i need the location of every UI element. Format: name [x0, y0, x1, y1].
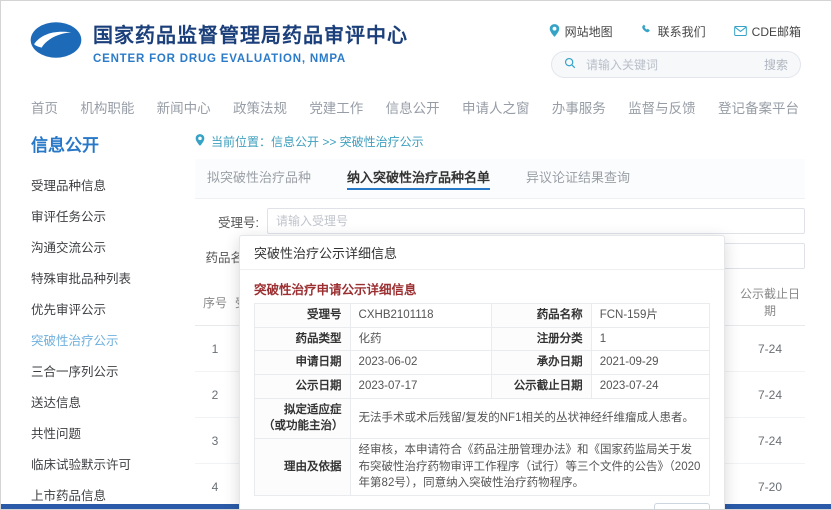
publicity-date-field-label: 公示日期 [255, 375, 351, 399]
breakthrough-detail-modal: 突破性治疗公示详细信息 突破性治疗申请公示详细信息 受理号 CXHB210111… [239, 235, 725, 510]
nav-item-supervision-feedback[interactable]: 监督与反馈 [628, 97, 696, 117]
breadcrumb: 当前位置：信息公开 >> 突破性治疗公示 [195, 133, 805, 150]
accept-no-value: CXHB2101118 [350, 304, 491, 328]
sidebar-item-clinical-trial-implied-license[interactable]: 临床试验默示许可 [31, 448, 181, 479]
org-subtitle: CENTER FOR DRUG EVALUATION, NMPA [93, 53, 408, 65]
row-deadline: 7-24 [735, 342, 805, 356]
nav-item-services[interactable]: 办事服务 [552, 97, 606, 117]
sidebar-item-three-in-one[interactable]: 三合一序列公示 [31, 355, 181, 386]
tab-bar: 拟突破性治疗品种 纳入突破性治疗品种名单 异议论证结果查询 [195, 159, 805, 199]
accept-no-label: 受理号: [195, 212, 267, 231]
deadline-field-label: 公示截止日期 [491, 375, 591, 399]
nav-item-info-disclosure[interactable]: 信息公开 [386, 97, 440, 117]
col-header-deadline: 公示截止日期 [735, 285, 805, 319]
cde-logo [29, 20, 83, 65]
modal-section-title: 突破性治疗申请公示详细信息 [240, 270, 724, 303]
modal-footer: 关闭 [240, 496, 724, 510]
accept-no-field-label: 受理号 [255, 304, 351, 328]
cde-mailbox-link[interactable]: CDE邮箱 [734, 23, 801, 40]
drug-name-value: FCN-159片 [591, 304, 709, 328]
indication-field-label: 拟定适应症（或功能主治） [255, 398, 351, 438]
row-deadline: 7-24 [735, 388, 805, 402]
reason-value: 经审核，本申请符合《药品注册管理办法》和《国家药监局关于发布突破性治疗药物审评工… [350, 439, 709, 496]
apply-date-field-label: 申请日期 [255, 351, 351, 375]
drug-type-value: 化药 [350, 327, 491, 351]
nav-item-organization[interactable]: 机构职能 [80, 97, 134, 117]
search-button[interactable]: 搜索 [764, 56, 788, 73]
reg-class-field-label: 注册分类 [491, 327, 591, 351]
search-icon [564, 56, 576, 74]
filter-row-accept-no: 受理号: [195, 208, 805, 234]
row-deadline: 7-24 [735, 434, 805, 448]
drug-name-field-label: 药品名称 [491, 304, 591, 328]
reg-class-value: 1 [591, 327, 709, 351]
sidebar-item-accepted-product-info[interactable]: 受理品种信息 [31, 169, 181, 200]
breadcrumb-text: 当前位置：信息公开 >> 突破性治疗公示 [211, 133, 424, 150]
brand-text: 国家药品监督管理局药品审评中心 CENTER FOR DRUG EVALUATI… [93, 19, 408, 65]
quick-links: 网站地图 联系我们 CDE邮箱 [549, 23, 801, 40]
row-no: 4 [195, 480, 235, 494]
sidebar-item-special-approval-list[interactable]: 特殊审批品种列表 [31, 262, 181, 293]
sidebar-item-communication[interactable]: 沟通交流公示 [31, 231, 181, 262]
mail-icon [734, 25, 747, 39]
detail-table: 受理号 CXHB2101118 药品名称 FCN-159片 药品类型 化药 注册… [254, 303, 710, 496]
reason-field-label: 理由及依据 [255, 439, 351, 496]
sidebar-item-delivery-info[interactable]: 送达信息 [31, 386, 181, 417]
col-header-no: 序号 [195, 294, 235, 311]
contact-us-link[interactable]: 联系我们 [641, 23, 706, 40]
indication-value: 无法手术或术后残留/复发的NF1相关的丛状神经纤维瘤成人患者。 [350, 398, 709, 438]
tab-included-breakthrough-list[interactable]: 纳入突破性治疗品种名单 [347, 167, 490, 190]
location-pin-icon [195, 134, 205, 149]
nav-item-party-building[interactable]: 党建工作 [309, 97, 363, 117]
publicity-date-value: 2023-07-17 [350, 375, 491, 399]
site-header: 国家药品监督管理局药品审评中心 CENTER FOR DRUG EVALUATI… [1, 1, 831, 91]
brand: 国家药品监督管理局药品审评中心 CENTER FOR DRUG EVALUATI… [29, 19, 408, 65]
contact-us-link-label: 联系我们 [658, 23, 706, 40]
undertake-date-field-label: 承办日期 [491, 351, 591, 375]
row-no: 2 [195, 388, 235, 402]
undertake-date-value: 2021-09-29 [591, 351, 709, 375]
nav-item-applicant-window[interactable]: 申请人之窗 [462, 97, 530, 117]
drug-type-field-label: 药品类型 [255, 327, 351, 351]
search-input[interactable] [584, 57, 756, 73]
nav-item-home[interactable]: 首页 [31, 97, 58, 117]
page: 国家药品监督管理局药品审评中心 CENTER FOR DRUG EVALUATI… [0, 0, 832, 510]
apply-date-value: 2023-06-02 [350, 351, 491, 375]
site-search: 搜索 [551, 51, 801, 78]
cde-mailbox-link-label: CDE邮箱 [752, 23, 801, 40]
sidebar: 信息公开 受理品种信息 审评任务公示 沟通交流公示 特殊审批品种列表 优先审评公… [31, 125, 181, 501]
accept-no-input[interactable] [267, 208, 805, 234]
sidebar-item-common-issues[interactable]: 共性问题 [31, 417, 181, 448]
sidebar-title: 信息公开 [31, 131, 181, 156]
sidebar-item-priority-review[interactable]: 优先审评公示 [31, 293, 181, 324]
nav-item-news[interactable]: 新闻中心 [157, 97, 211, 117]
sitemap-link-label: 网站地图 [565, 23, 613, 40]
tab-proposed-breakthrough[interactable]: 拟突破性治疗品种 [207, 167, 311, 190]
close-button[interactable]: 关闭 [654, 503, 710, 510]
tab-objection-result-query[interactable]: 异议论证结果查询 [526, 167, 630, 190]
row-no: 1 [195, 342, 235, 356]
main-nav: 首页 机构职能 新闻中心 政策法规 党建工作 信息公开 申请人之窗 办事服务 监… [31, 93, 799, 121]
sidebar-item-breakthrough-therapy[interactable]: 突破性治疗公示 [31, 324, 181, 355]
nav-item-registration-platform[interactable]: 登记备案平台 [718, 97, 799, 117]
sitemap-link[interactable]: 网站地图 [549, 23, 613, 40]
row-deadline: 7-20 [735, 480, 805, 494]
phone-icon [641, 24, 653, 39]
nav-item-policies[interactable]: 政策法规 [233, 97, 287, 117]
location-pin-icon [549, 24, 560, 40]
org-title: 国家药品监督管理局药品审评中心 [93, 19, 408, 48]
modal-title: 突破性治疗公示详细信息 [240, 236, 724, 270]
deadline-value: 2023-07-24 [591, 375, 709, 399]
row-no: 3 [195, 434, 235, 448]
sidebar-item-review-task[interactable]: 审评任务公示 [31, 200, 181, 231]
